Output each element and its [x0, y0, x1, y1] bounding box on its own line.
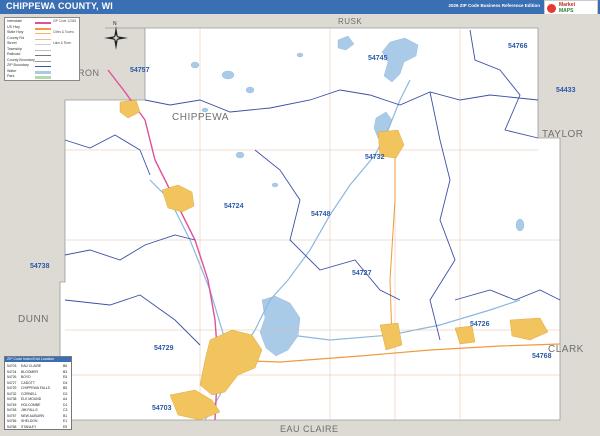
- table-row: 54727 CADOTT D4: [7, 380, 68, 385]
- lake-small-5: [296, 52, 304, 58]
- zip-label-54768: 54768: [532, 353, 552, 360]
- lake-small-8: [271, 182, 279, 188]
- table-row: 54745 HOLCOMBE D1: [7, 402, 68, 407]
- map-frame: CHIPPEWA COUNTY, WI 2026 ZIP Code Busine…: [0, 0, 600, 436]
- table-row: 54726 BOYD E5: [7, 375, 68, 379]
- zip-label-54729: 54729: [154, 345, 174, 352]
- zip-label-54748: 54748: [311, 211, 331, 218]
- zip-label-54433: 54433: [556, 87, 576, 94]
- zip-label-54757: 54757: [130, 67, 150, 74]
- county-label-rusk: RUSK: [338, 17, 362, 26]
- table-row: 54738 ELK MOUND A4: [7, 397, 68, 401]
- county-label-eau-claire: EAU CLAIRE: [280, 424, 339, 434]
- county-label-taylor: TAYLOR: [542, 129, 584, 140]
- zip-label-54766: 54766: [508, 43, 528, 50]
- legend-row: Park: [7, 74, 79, 80]
- lake-small-2: [245, 86, 255, 94]
- title-bar: CHIPPEWA COUNTY, WI 2026 ZIP Code Busine…: [0, 0, 600, 14]
- legend-row: ZIP Boundary: [7, 63, 79, 69]
- county-label-clark: CLARK: [548, 344, 584, 355]
- county-label-dunn: DUNN: [18, 314, 49, 325]
- legend-row: Water: [7, 69, 79, 75]
- table-row: 54768 STANLEY E5: [7, 424, 68, 429]
- zip-label-54745: 54745: [368, 55, 388, 62]
- table-row: 54732 CORNELL D2: [7, 391, 68, 396]
- logo-icon: [547, 4, 556, 13]
- table-row: 54748 JIM FALLS C3: [7, 408, 68, 412]
- table-row: 54766 SHELDON E1: [7, 419, 68, 423]
- zip-label-54727: 54727: [352, 270, 372, 277]
- map-subtitle: 2026 ZIP Code Business Reference Edition: [448, 3, 540, 8]
- zip-label-54724: 54724: [224, 203, 244, 210]
- county-label-chippewa: CHIPPEWA: [172, 112, 229, 123]
- zip-label-54738: 54738: [30, 263, 50, 270]
- lake-small-6: [235, 151, 245, 159]
- map-title: CHIPPEWA COUNTY, WI: [6, 1, 113, 11]
- map-canvas: RUSK BARRON CHIPPEWA TAYLOR DUNN CLARK E…: [0, 14, 600, 436]
- lake-small-1: [221, 70, 235, 80]
- table-row: 54724 BLOOMER B3: [7, 369, 68, 374]
- zip-label-54726: 54726: [470, 321, 490, 328]
- zip-label-54732: 54732: [365, 154, 385, 161]
- compass-north-label: N: [113, 21, 117, 27]
- lake-small-4: [515, 218, 525, 232]
- table-row: 54703 EAU CLAIRE B6: [7, 364, 68, 368]
- table-row: 54757 NEW AUBURN B1: [7, 413, 68, 418]
- map-legend: Interstate ZIP Code 12345 US Hwy State Hw…: [4, 17, 80, 81]
- zip-label-54703: 54703: [152, 405, 172, 412]
- zip-index-table: ZIP Code Index/Grid Location 54703 EAU CL…: [4, 356, 72, 430]
- table-row: 54729 CHIPPEWA FALLS B5: [7, 386, 68, 390]
- lake-small-3: [190, 61, 200, 69]
- zip-index-header: ZIP Code Index/Grid Location: [5, 357, 71, 362]
